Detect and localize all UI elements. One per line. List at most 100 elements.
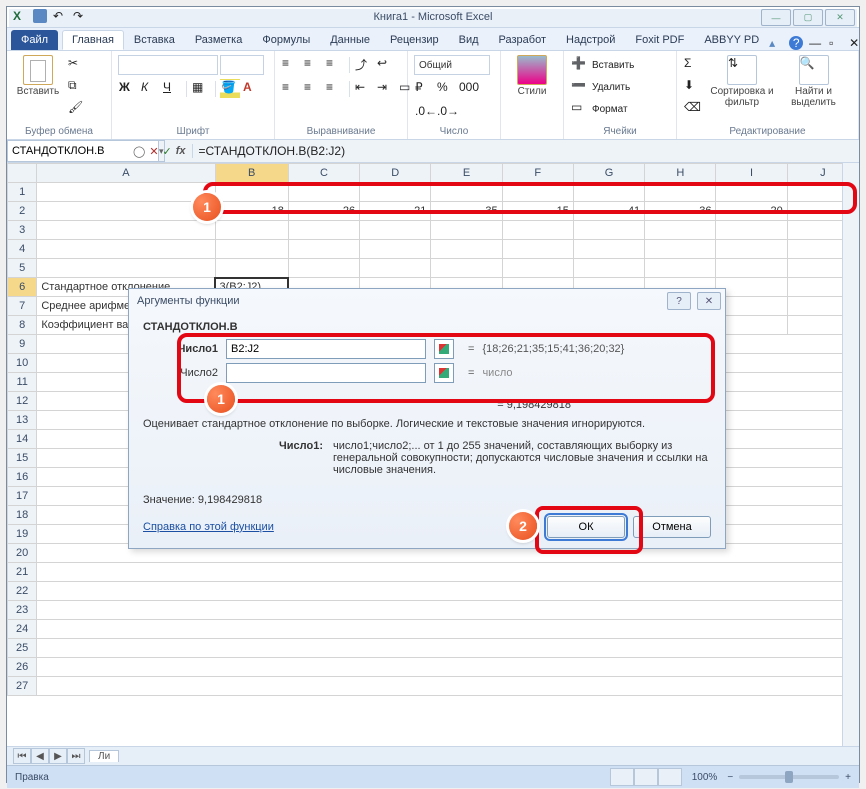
row-6[interactable]: 6 — [8, 278, 37, 297]
minimize-ribbon-icon[interactable]: ▴ — [769, 36, 783, 50]
cell-A2[interactable] — [37, 202, 215, 221]
mdi-min-icon[interactable]: — — [809, 36, 823, 50]
fx-icon[interactable]: fx — [176, 145, 186, 157]
cell-I2[interactable]: 20 — [716, 202, 787, 221]
indent-inc-icon[interactable]: ⇥ — [376, 79, 396, 99]
tab-developer[interactable]: Разработ — [489, 30, 556, 50]
tab-review[interactable]: Рецензир — [380, 30, 449, 50]
col-A[interactable]: A — [37, 164, 215, 183]
font-color-icon[interactable]: A — [242, 79, 262, 99]
dec-dec-icon[interactable]: .0→ — [436, 103, 456, 123]
cell-H2[interactable]: 36 — [645, 202, 716, 221]
view-layout-icon[interactable] — [634, 768, 658, 786]
redo-icon[interactable]: ↷ — [73, 9, 87, 23]
minimize-button[interactable]: — — [761, 9, 791, 26]
format-painter-icon[interactable]: 🖌 — [67, 99, 87, 119]
vertical-scrollbar[interactable] — [842, 163, 859, 746]
zoom-level[interactable]: 100% — [692, 772, 718, 783]
tab-view[interactable]: Вид — [449, 30, 489, 50]
arg2-range-select-icon[interactable] — [434, 363, 454, 383]
underline-icon[interactable]: Ч — [162, 79, 182, 99]
tab-abbyy[interactable]: ABBYY PD — [694, 30, 769, 50]
font-family-select[interactable] — [118, 55, 218, 75]
clear-icon[interactable]: ⌫ — [683, 99, 703, 119]
number-format-select[interactable]: Общий — [414, 55, 490, 75]
col-I[interactable]: I — [716, 164, 787, 183]
sort-filter-button[interactable]: ⇅ Сортировка и фильтр — [707, 55, 777, 108]
sheet-nav-next-icon[interactable]: ▶ — [49, 748, 67, 764]
sheet-nav-prev-icon[interactable]: ◀ — [31, 748, 49, 764]
col-E[interactable]: E — [431, 164, 502, 183]
cells-format-icon[interactable]: ▭ — [570, 99, 590, 119]
sheet-nav-first-icon[interactable]: ⏮ — [13, 748, 31, 764]
percent-icon[interactable]: % — [436, 79, 456, 99]
arg1-range-select-icon[interactable] — [434, 339, 454, 359]
paste-button[interactable]: Вставить — [13, 55, 63, 98]
arg2-input[interactable] — [226, 363, 426, 383]
selection-icon[interactable]: ◯ — [133, 145, 145, 158]
cell-G2[interactable]: 41 — [573, 202, 644, 221]
cancel-formula-icon[interactable]: ✕ — [149, 145, 158, 158]
formula-field[interactable]: =СТАНДОТКЛОН.В(B2:J2) — [192, 144, 859, 158]
save-icon[interactable] — [33, 9, 47, 23]
col-B[interactable]: B — [215, 164, 288, 183]
border-icon[interactable]: ▦ — [191, 79, 211, 99]
zoom-in-icon[interactable]: + — [845, 772, 851, 783]
cell-B2[interactable]: 18 — [215, 202, 288, 221]
col-G[interactable]: G — [573, 164, 644, 183]
tab-file[interactable]: Файл — [11, 30, 58, 50]
row-5[interactable]: 5 — [8, 259, 37, 278]
arg1-input[interactable] — [226, 339, 426, 359]
comma-icon[interactable]: 000 — [458, 79, 478, 99]
help-icon[interactable]: ? — [789, 36, 803, 50]
view-break-icon[interactable] — [658, 768, 682, 786]
tab-formulas[interactable]: Формулы — [252, 30, 320, 50]
align-right-icon[interactable]: ≡ — [325, 79, 345, 99]
dialog-help-link[interactable]: Справка по этой функции — [143, 521, 274, 533]
col-H[interactable]: H — [645, 164, 716, 183]
row-1[interactable]: 1 — [8, 183, 37, 202]
tab-insert[interactable]: Вставка — [124, 30, 185, 50]
close-button[interactable]: ✕ — [825, 9, 855, 26]
tab-addins[interactable]: Надстрой — [556, 30, 625, 50]
sheet-nav-last-icon[interactable]: ⏭ — [67, 748, 85, 764]
zoom-slider[interactable] — [739, 775, 839, 779]
tab-layout[interactable]: Разметка — [185, 30, 253, 50]
find-select-button[interactable]: 🔍 Найти и выделить — [781, 55, 846, 108]
cancel-button[interactable]: Отмена — [633, 516, 711, 538]
cell-E2[interactable]: 35 — [431, 202, 502, 221]
cell-F2[interactable]: 15 — [502, 202, 573, 221]
row-3[interactable]: 3 — [8, 221, 37, 240]
tab-data[interactable]: Данные — [320, 30, 380, 50]
sheet-tab-1[interactable]: Ли — [89, 750, 119, 762]
styles-button[interactable]: Стили — [507, 55, 557, 98]
row-8[interactable]: 8 — [8, 316, 37, 335]
col-C[interactable]: C — [288, 164, 359, 183]
inc-dec-icon[interactable]: .0← — [414, 103, 434, 123]
tab-home[interactable]: Главная — [62, 30, 124, 50]
orientation-icon[interactable]: ⤴ — [354, 55, 374, 75]
cells-format-label[interactable]: Формат — [592, 104, 628, 115]
view-normal-icon[interactable] — [610, 768, 634, 786]
row-4[interactable]: 4 — [8, 240, 37, 259]
align-left-icon[interactable]: ≡ — [281, 79, 301, 99]
enter-formula-icon[interactable]: ✓ — [163, 145, 172, 158]
cells-delete-icon[interactable]: ➖ — [570, 77, 590, 97]
font-size-select[interactable] — [220, 55, 264, 75]
row-2[interactable]: 2 — [8, 202, 37, 221]
cells-insert-label[interactable]: Вставить — [592, 60, 634, 71]
cell-C2[interactable]: 26 — [288, 202, 359, 221]
bold-icon[interactable]: Ж — [118, 79, 138, 99]
cells-delete-label[interactable]: Удалить — [592, 82, 630, 93]
cells-insert-icon[interactable]: ➕ — [570, 55, 590, 75]
wrap-icon[interactable]: ↩ — [376, 55, 396, 75]
ok-button[interactable]: ОК — [547, 516, 625, 538]
autosum-icon[interactable]: Σ — [683, 55, 703, 75]
dialog-titlebar[interactable]: Аргументы функции ? ✕ — [129, 289, 725, 313]
currency-icon[interactable]: ₽ — [414, 79, 434, 99]
align-top-icon[interactable]: ≡ — [281, 55, 301, 75]
italic-icon[interactable]: К — [140, 79, 160, 99]
mdi-restore-icon[interactable]: ▫ — [829, 36, 843, 50]
dialog-help-icon[interactable]: ? — [667, 292, 691, 310]
col-F[interactable]: F — [502, 164, 573, 183]
